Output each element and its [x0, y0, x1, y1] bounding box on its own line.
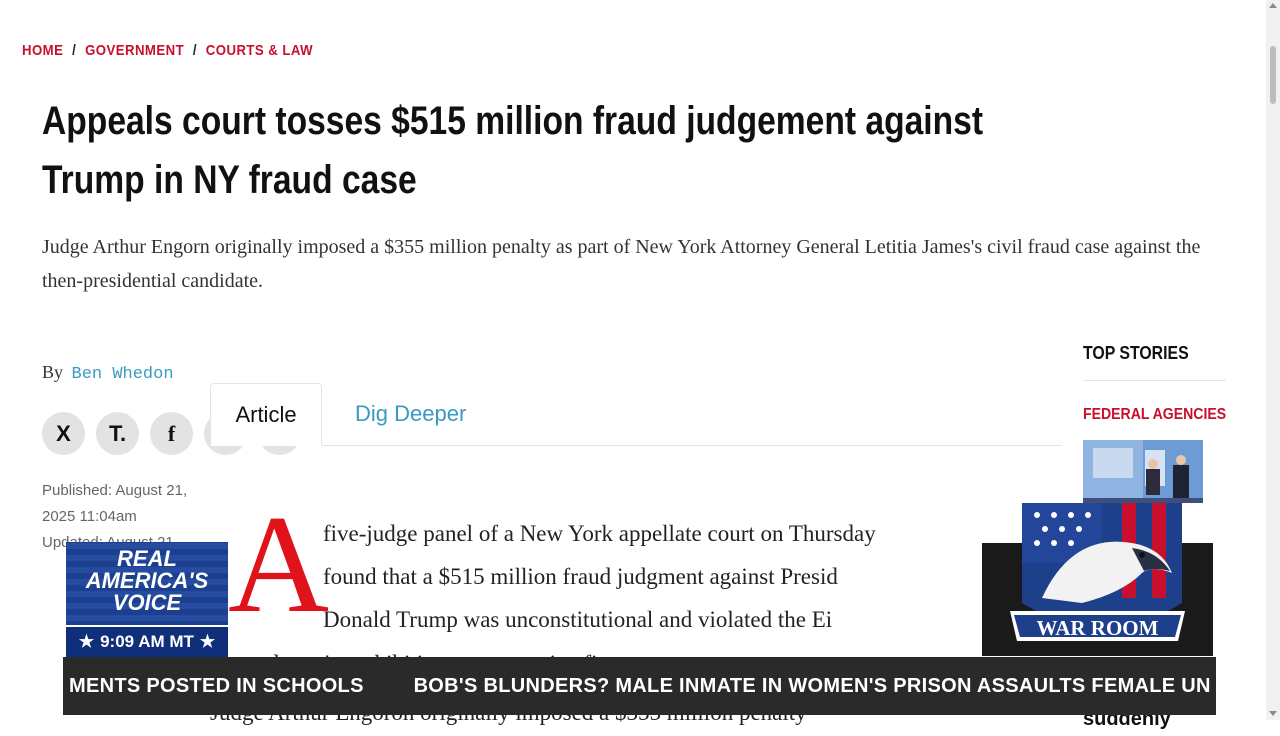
drop-cap: A — [228, 487, 330, 642]
article-dek: Judge Arthur Engorn originally imposed a… — [42, 236, 1201, 292]
scroll-thumb[interactable] — [1270, 46, 1276, 104]
body-line: Donald Trump was unconstitutional and vi… — [323, 607, 833, 632]
rav-logo-line: VOICE — [112, 590, 182, 615]
rav-logo-line: AMERICA'S — [85, 568, 209, 593]
rav-logo-text: REAL AMERICA'S VOICE — [66, 548, 228, 614]
facebook-share-button[interactable]: f — [150, 412, 193, 455]
truth-social-icon: T. — [108, 420, 127, 446]
top-stories-heading: TOP STORIES — [1083, 343, 1189, 363]
breadcrumb: HOME / GOVERNMENT / COURTS & LAW — [22, 42, 313, 59]
breadcrumb-home[interactable]: HOME — [22, 42, 63, 59]
article-tabs: Article Dig Deeper — [210, 383, 1062, 446]
byline: By Ben Whedon — [42, 362, 174, 384]
x-share-button[interactable]: X — [42, 412, 85, 455]
rav-logo-overlay: REAL AMERICA'S VOICE ★ 9:09 AM MT ★ — [66, 542, 228, 657]
author-link[interactable]: Ben Whedon — [72, 365, 174, 384]
rav-clock: ★ 9:09 AM MT ★ — [66, 625, 228, 657]
breadcrumb-separator: / — [72, 42, 77, 59]
breadcrumb-government[interactable]: GOVERNMENT — [85, 42, 184, 59]
story-thumbnail-image — [1083, 440, 1203, 506]
star-icon: ★ — [78, 632, 95, 651]
tab-article[interactable]: Article — [210, 383, 322, 446]
rav-logo-line: REAL — [117, 546, 177, 571]
war-room-logo: WAR ROOM — [982, 503, 1213, 656]
star-icon: ★ — [199, 632, 216, 651]
clock-time: 9:09 AM MT — [100, 632, 194, 651]
body-line: found that a $515 million fraud judgment… — [323, 564, 838, 589]
byline-prefix: By — [42, 362, 64, 382]
scroll-up-icon[interactable] — [1269, 3, 1277, 8]
scrollbar[interactable] — [1266, 0, 1280, 720]
tab-dig-deeper[interactable]: Dig Deeper — [355, 383, 466, 444]
truth-social-share-button[interactable]: T. — [96, 412, 139, 455]
story-thumbnail[interactable] — [1083, 440, 1203, 506]
breadcrumb-separator: / — [192, 42, 197, 59]
breadcrumb-courts-law[interactable]: COURTS & LAW — [206, 42, 313, 59]
war-room-label: WAR ROOM — [1036, 616, 1159, 640]
scroll-down-icon[interactable] — [1269, 711, 1277, 716]
published-date: Published: August 21, 2025 11:04am — [42, 482, 188, 525]
divider — [1083, 380, 1226, 381]
ticker-text: MENTS POSTED IN SCHOOLS BOB'S BLUNDERS? … — [69, 675, 1216, 698]
article-body: five-judge panel of a New York appellate… — [323, 512, 1043, 641]
news-ticker: MENTS POSTED IN SCHOOLS BOB'S BLUNDERS? … — [63, 657, 1216, 715]
ticker-item: BOB'S BLUNDERS? MALE INMATE IN WOMEN'S P… — [413, 675, 1211, 697]
x-icon: X — [56, 420, 71, 446]
body-line: five-judge panel of a New York appellate… — [323, 521, 876, 546]
facebook-icon: f — [167, 420, 176, 446]
article-headline: Appeals court tosses $515 million fraud … — [42, 99, 984, 202]
category-link[interactable]: FEDERAL AGENCIES — [1083, 406, 1226, 424]
ticker-item: MENTS POSTED IN SCHOOLS — [69, 675, 364, 697]
